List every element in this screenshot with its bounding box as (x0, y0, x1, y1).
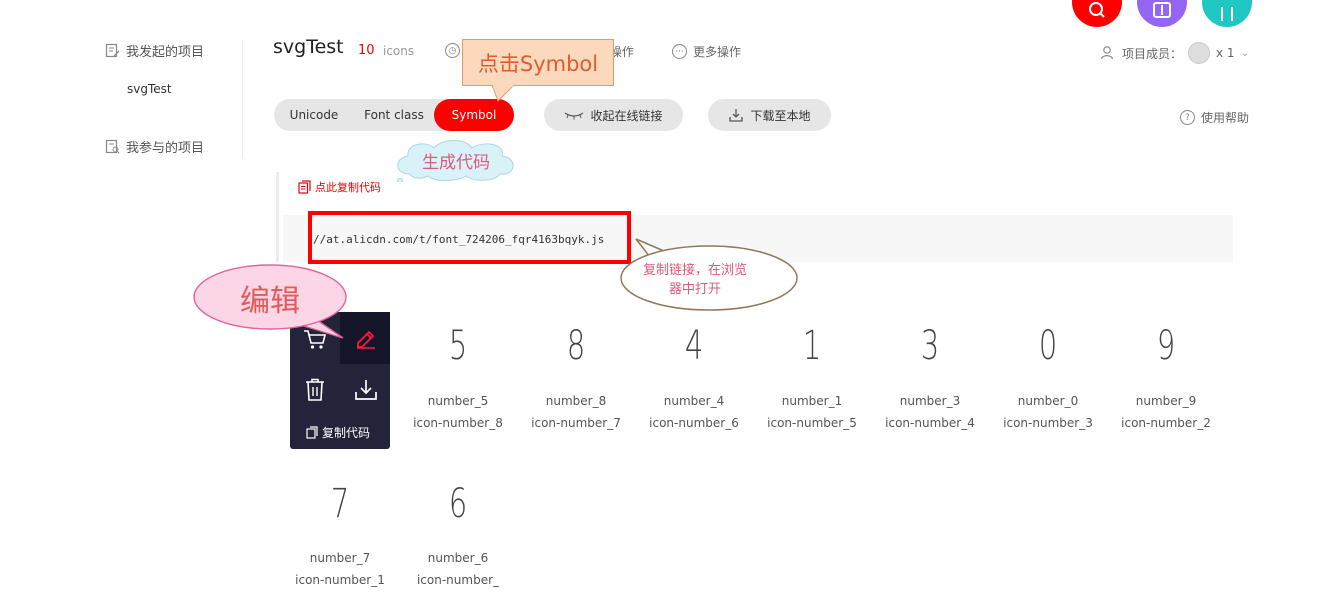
help-link[interactable]: ? 使用帮助 (1180, 109, 1249, 126)
sidebar-item-label: 我参与的项目 (126, 141, 205, 156)
tab-unicode[interactable]: Unicode (274, 99, 354, 131)
icon-glyph-number-3[interactable]: 3 (901, 323, 959, 369)
project-members[interactable]: 项目成员： x 1 ⌄ (1100, 42, 1249, 64)
upload-icon (1221, 7, 1233, 21)
copy-icon (298, 180, 311, 194)
more-operations-button[interactable]: ··· 更多操作 (672, 43, 741, 60)
add-fab[interactable] (1137, 0, 1187, 27)
plus-icon (1153, 2, 1171, 18)
collapse-online-link-button[interactable]: 收起在线链接 (544, 99, 683, 131)
upload-fab[interactable] (1202, 0, 1252, 27)
download-label: 下载至本地 (750, 108, 811, 123)
sidebar-divider (242, 40, 243, 158)
icon-name: number_0 (1017, 394, 1079, 408)
highlight-box (308, 211, 631, 264)
annotation-click-symbol: 点击Symbol (462, 39, 614, 86)
sidebar-item-joined-projects[interactable]: 我参与的项目 (105, 137, 204, 156)
icon-glyph-number-7[interactable]: 7 (311, 481, 369, 527)
download-icon[interactable] (354, 378, 378, 402)
download-icon (729, 109, 744, 122)
sidebar-project-svgtest[interactable]: svgTest (127, 82, 172, 96)
icon-glyph-number-9[interactable]: 9 (1137, 323, 1195, 369)
sidebar-item-label: 我发起的项目 (126, 45, 205, 60)
code-panel-bar (276, 172, 279, 262)
tab-font-class[interactable]: Font class (354, 99, 434, 131)
icon-glyph-number-4[interactable]: 4 (665, 323, 723, 369)
trash-icon[interactable] (304, 378, 326, 402)
icon-count-unit: icons (383, 44, 415, 58)
pencil-icon (357, 330, 375, 349)
icon-code: icon-number_1 (295, 573, 385, 587)
more-icon: ··· (672, 44, 687, 59)
edit-doc-icon (105, 43, 120, 58)
icon-glyph-number-6[interactable]: 6 (429, 481, 487, 527)
icon-glyph-number-5[interactable]: 5 (429, 323, 487, 369)
eye-closed-icon (565, 112, 584, 120)
icon-code: icon-number_3 (1003, 416, 1093, 430)
icon-glyph-number-0[interactable]: 0 (1019, 323, 1077, 369)
icon-name: number_5 (427, 394, 489, 408)
icon-name: number_6 (427, 551, 489, 565)
icon-code: icon-number_7 (531, 416, 621, 430)
project-title: svgTest (273, 36, 344, 58)
more-label: 更多操作 (693, 45, 742, 59)
copy-icon (306, 426, 318, 439)
annotation-copy-open: 复制链接，在浏览器中打开 (642, 263, 747, 297)
annotation-edit: 编辑 (240, 284, 300, 319)
icon-name: number_9 (1135, 394, 1197, 408)
help-label: 使用帮助 (1201, 111, 1250, 125)
icon-code: icon-number_5 (767, 416, 857, 430)
copy-code-button[interactable]: 复制代码 (306, 424, 370, 441)
icon-code: icon-number_6 (649, 416, 739, 430)
icon-name: number_7 (309, 551, 371, 565)
annotation-generate-code: 生成代码 (422, 153, 490, 173)
icon-name: number_8 (545, 394, 607, 408)
doc-search-icon (105, 139, 120, 154)
callout-tail (491, 85, 515, 102)
members-count: x 1 (1216, 46, 1235, 60)
icon-name: number_3 (899, 394, 961, 408)
icon-code: icon-number_4 (885, 416, 975, 430)
copy-code-label: 复制代码 (322, 426, 371, 440)
copy-code-link[interactable]: 点此复制代码 (298, 179, 381, 195)
download-local-button[interactable]: 下载至本地 (708, 99, 831, 131)
icon-code: icon-number_ (416, 573, 500, 587)
chevron-down-icon: ⌄ (1240, 47, 1249, 59)
sidebar-item-my-projects[interactable]: 我发起的项目 (105, 41, 204, 60)
search-fab[interactable] (1072, 0, 1122, 27)
icon-glyph-number-8[interactable]: 8 (547, 323, 605, 369)
tab-symbol[interactable]: Symbol (434, 99, 514, 131)
search-icon (1089, 2, 1105, 18)
code-type-tabs: Unicode Font class Symbol (274, 99, 514, 131)
members-label: 项目成员： (1122, 46, 1183, 61)
clock-icon: ◷ (445, 43, 460, 58)
icon-count: 10 (358, 43, 375, 58)
user-icon (1100, 46, 1114, 60)
copy-code-label: 点此复制代码 (315, 181, 381, 194)
icon-glyph-number-1[interactable]: 1 (783, 323, 841, 369)
avatar (1188, 42, 1211, 64)
question-icon: ? (1180, 110, 1195, 125)
icon-code: icon-number_8 (413, 416, 503, 430)
collapse-link-label: 收起在线链接 (590, 108, 663, 123)
icon-name: number_1 (781, 394, 843, 408)
icon-name: number_4 (663, 394, 725, 408)
icon-code: icon-number_2 (1121, 416, 1211, 430)
